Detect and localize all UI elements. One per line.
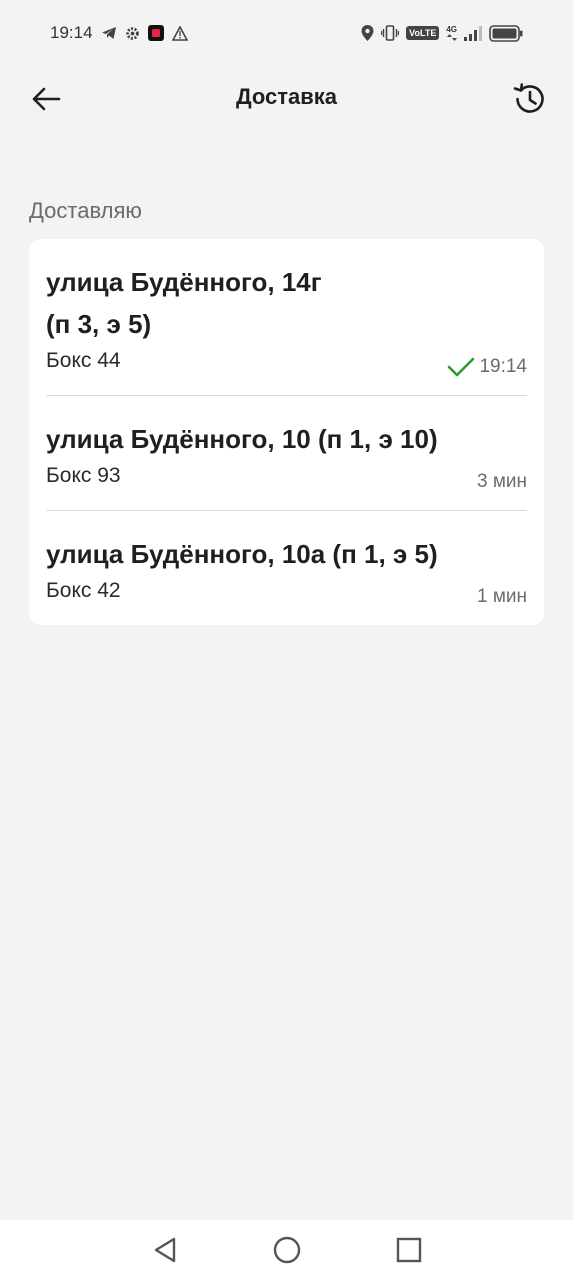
history-icon [513, 83, 544, 113]
page-title: Доставка [235, 84, 338, 109]
nav-back-button[interactable] [145, 1230, 185, 1270]
nav-recents-button[interactable] [389, 1230, 429, 1270]
delivery-details: Бокс 93 3 мин [46, 462, 527, 492]
delivery-eta: 1 мин [477, 585, 527, 609]
section-label: Доставляю [29, 198, 142, 223]
delivery-address: улица Будённого, 14г (п 3, э 5) [46, 261, 527, 345]
box-number: Бокс 93 [46, 464, 121, 487]
status-time: 19:14 [50, 23, 93, 42]
status-right: VoLTE 4G [361, 24, 523, 42]
square-recents-icon [396, 1237, 421, 1263]
circle-home-icon [273, 1236, 300, 1264]
delivery-address-line: (п 3, э 5) [46, 309, 152, 339]
delivery-status: 19:14 [447, 355, 527, 379]
triangle-back-icon [154, 1237, 175, 1263]
status-left: 19:14 [50, 23, 188, 43]
delivery-eta-text: 1 мин [476, 586, 527, 607]
delivery-address: улица Будённого, 10 (п 1, э 10) [46, 424, 438, 454]
checkmark-icon [448, 357, 475, 377]
location-icon [361, 25, 374, 41]
deliveries-card: улица Будённого, 14г (п 3, э 5) Бокс 44 … [29, 239, 544, 625]
vibrate-icon [381, 25, 400, 41]
history-button[interactable] [505, 76, 553, 122]
telegram-icon [101, 26, 117, 40]
delivery-details: Бокс 42 1 мин [46, 577, 527, 607]
delivery-eta-text: 3 мин [476, 471, 527, 492]
box-number: Бокс 44 [46, 349, 121, 372]
delivery-time: 19:14 [479, 356, 527, 377]
delivery-address: улица Будённого, 10а (п 1, э 5) [46, 539, 438, 569]
delivery-eta: 3 мин [477, 470, 527, 494]
app-bar: Доставка [0, 66, 573, 132]
delivery-item[interactable]: улица Будённого, 10а (п 1, э 5) Бокс 42 … [46, 511, 527, 625]
box-number: Бокс 42 [46, 579, 121, 602]
signal-icon [464, 25, 482, 41]
delivery-item[interactable]: улица Будённого, 10 (п 1, э 10) Бокс 93 … [46, 396, 527, 511]
volte-badge: VoLTE [406, 26, 440, 40]
settings-gear-icon [125, 26, 140, 41]
app-notification-icon [147, 25, 164, 41]
network-label: 4G [446, 24, 457, 34]
warning-icon [171, 25, 188, 41]
status-bar: 19:14 VoLTE 4G [0, 0, 573, 66]
delivery-item[interactable]: улица Будённого, 14г (п 3, э 5) Бокс 44 … [46, 239, 527, 396]
delivery-details: Бокс 44 19:14 [46, 347, 527, 377]
nav-home-button[interactable] [267, 1230, 307, 1270]
data-arrows-icon [446, 33, 457, 41]
delivery-address-line: улица Будённого, 14г [46, 267, 322, 297]
network-type: 4G [446, 24, 457, 41]
battery-icon [489, 24, 523, 42]
system-nav-bar [0, 1220, 573, 1280]
